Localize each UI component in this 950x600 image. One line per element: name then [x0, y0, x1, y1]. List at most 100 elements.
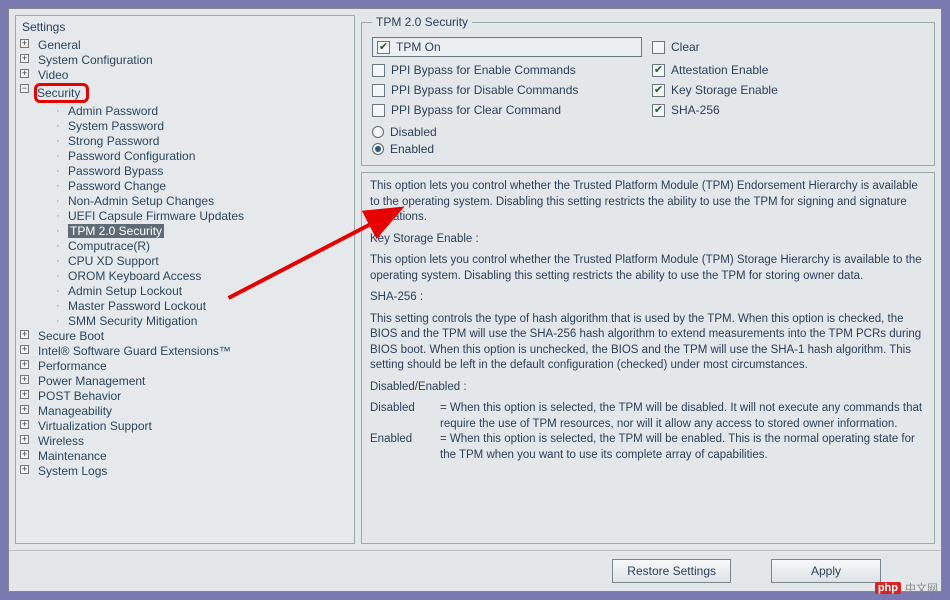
groupbox-legend: TPM 2.0 Security	[372, 15, 472, 29]
checkbox-label: Attestation Enable	[671, 63, 768, 77]
tree-item-password-change[interactable]: Password Change	[52, 179, 348, 193]
expander-icon[interactable]: +	[20, 39, 29, 48]
settings-tree: +General +System Configuration +Video − …	[22, 38, 348, 478]
tree-item-tpm-2-0-security[interactable]: TPM 2.0 Security	[52, 224, 348, 238]
tree-item-system-password[interactable]: System Password	[52, 119, 348, 133]
checkbox-icon	[377, 41, 390, 54]
description-definition-row: Disabled = When this option is selected,…	[370, 401, 926, 432]
tpm-checkbox-grid: TPM On Clear PPI Bypass for Enable Comma…	[372, 37, 924, 117]
body-area: Settings +General +System Configuration …	[9, 9, 941, 550]
security-children: Admin Password System Password Strong Pa…	[52, 104, 348, 328]
definition-text: = When this option is selected, the TPM …	[440, 401, 926, 432]
tree-item-wireless[interactable]: +Wireless	[22, 434, 348, 448]
checkbox-icon	[372, 104, 385, 117]
description-heading: Disabled/Enabled :	[370, 380, 926, 396]
radio-disabled[interactable]: Disabled	[372, 125, 924, 139]
tree-item-security[interactable]: − Security Admin Password System Passwor…	[22, 83, 348, 328]
description-heading: Key Storage Enable :	[370, 232, 926, 248]
checkbox-label: TPM On	[396, 40, 441, 54]
expander-icon[interactable]: +	[20, 420, 29, 429]
tree-item-maintenance[interactable]: +Maintenance	[22, 449, 348, 463]
radio-icon	[372, 143, 384, 155]
expander-icon[interactable]: +	[20, 450, 29, 459]
expander-icon[interactable]: +	[20, 435, 29, 444]
description-text: This option lets you control whether the…	[370, 179, 926, 226]
expander-icon[interactable]: +	[20, 54, 29, 63]
checkbox-icon	[652, 41, 665, 54]
tpm-enable-radio-group: Disabled Enabled	[372, 125, 924, 156]
tree-item-smm-security-mitigation[interactable]: SMM Security Mitigation	[52, 314, 348, 328]
checkbox-attestation-enable[interactable]: Attestation Enable	[652, 63, 852, 77]
tree-item-password-configuration[interactable]: Password Configuration	[52, 149, 348, 163]
tree-item-intel-sgx[interactable]: +Intel® Software Guard Extensions™	[22, 344, 348, 358]
collapse-icon[interactable]: −	[20, 84, 29, 93]
checkbox-ppi-bypass-enable[interactable]: PPI Bypass for Enable Commands	[372, 63, 642, 77]
checkbox-icon	[372, 84, 385, 97]
expander-icon[interactable]: +	[20, 360, 29, 369]
tree-item-cpu-xd-support[interactable]: CPU XD Support	[52, 254, 348, 268]
expander-icon[interactable]: +	[20, 345, 29, 354]
checkbox-key-storage-enable[interactable]: Key Storage Enable	[652, 83, 852, 97]
expander-icon[interactable]: +	[20, 390, 29, 399]
tree-item-orom-keyboard-access[interactable]: OROM Keyboard Access	[52, 269, 348, 283]
description-panel: This option lets you control whether the…	[361, 172, 935, 544]
tree-item-power-management[interactable]: +Power Management	[22, 374, 348, 388]
apply-button[interactable]: Apply	[771, 559, 881, 583]
tree-item-master-password-lockout[interactable]: Master Password Lockout	[52, 299, 348, 313]
radio-icon	[372, 126, 384, 138]
tree-item-manageability[interactable]: +Manageability	[22, 404, 348, 418]
checkbox-label: PPI Bypass for Disable Commands	[391, 83, 578, 97]
checkbox-tpm-on[interactable]: TPM On	[372, 37, 642, 57]
tree-item-admin-setup-lockout[interactable]: Admin Setup Lockout	[52, 284, 348, 298]
tree-item-virtualization-support[interactable]: +Virtualization Support	[22, 419, 348, 433]
watermark-logo: php 中文网	[875, 580, 938, 596]
checkbox-icon	[652, 64, 665, 77]
tree-item-non-admin-setup-changes[interactable]: Non-Admin Setup Changes	[52, 194, 348, 208]
radio-enabled[interactable]: Enabled	[372, 142, 924, 156]
expander-icon[interactable]: +	[20, 69, 29, 78]
tree-item-system-configuration[interactable]: +System Configuration	[22, 53, 348, 67]
checkbox-label: PPI Bypass for Clear Command	[391, 103, 561, 117]
radio-label: Disabled	[390, 125, 437, 139]
expander-icon[interactable]: +	[20, 465, 29, 474]
expander-icon[interactable]: +	[20, 375, 29, 384]
checkbox-clear[interactable]: Clear	[652, 37, 852, 57]
radio-label: Enabled	[390, 142, 434, 156]
tpm-security-groupbox: TPM 2.0 Security TPM On Clear PPI Bypass…	[361, 15, 935, 166]
bios-setup-window: Settings +General +System Configuration …	[8, 8, 942, 592]
tree-item-secure-boot[interactable]: +Secure Boot	[22, 329, 348, 343]
checkbox-label: Key Storage Enable	[671, 83, 778, 97]
checkbox-label: SHA-256	[671, 103, 720, 117]
checkbox-icon	[652, 84, 665, 97]
watermark-badge: php	[875, 582, 901, 594]
description-definition-row: Enabled = When this option is selected, …	[370, 432, 926, 463]
tree-item-post-behavior[interactable]: +POST Behavior	[22, 389, 348, 403]
definition-term: Enabled	[370, 432, 434, 463]
tpm-security-panel: TPM 2.0 Security TPM On Clear PPI Bypass…	[361, 15, 935, 544]
tree-item-computrace[interactable]: Computrace(R)	[52, 239, 348, 253]
restore-settings-button[interactable]: Restore Settings	[612, 559, 731, 583]
settings-tree-panel: Settings +General +System Configuration …	[15, 15, 355, 544]
tree-item-video[interactable]: +Video	[22, 68, 348, 82]
tree-item-general[interactable]: +General	[22, 38, 348, 52]
tree-item-strong-password[interactable]: Strong Password	[52, 134, 348, 148]
checkbox-icon	[652, 104, 665, 117]
tree-item-system-logs[interactable]: +System Logs	[22, 464, 348, 478]
settings-tree-title: Settings	[22, 20, 348, 34]
tree-item-performance[interactable]: +Performance	[22, 359, 348, 373]
tree-item-admin-password[interactable]: Admin Password	[52, 104, 348, 118]
tree-item-password-bypass[interactable]: Password Bypass	[52, 164, 348, 178]
checkbox-ppi-bypass-disable[interactable]: PPI Bypass for Disable Commands	[372, 83, 642, 97]
description-text: This setting controls the type of hash a…	[370, 312, 926, 374]
footer-button-bar: Restore Settings Apply	[9, 550, 941, 591]
checkbox-ppi-bypass-clear[interactable]: PPI Bypass for Clear Command	[372, 103, 642, 117]
checkbox-icon	[372, 64, 385, 77]
checkbox-sha-256[interactable]: SHA-256	[652, 103, 852, 117]
security-highlight-annotation: Security	[34, 83, 89, 103]
expander-icon[interactable]: +	[20, 405, 29, 414]
definition-term: Disabled	[370, 401, 434, 432]
checkbox-label: PPI Bypass for Enable Commands	[391, 63, 576, 77]
expander-icon[interactable]: +	[20, 330, 29, 339]
description-text: This option lets you control whether the…	[370, 253, 926, 284]
tree-item-uefi-capsule-firmware-updates[interactable]: UEFI Capsule Firmware Updates	[52, 209, 348, 223]
